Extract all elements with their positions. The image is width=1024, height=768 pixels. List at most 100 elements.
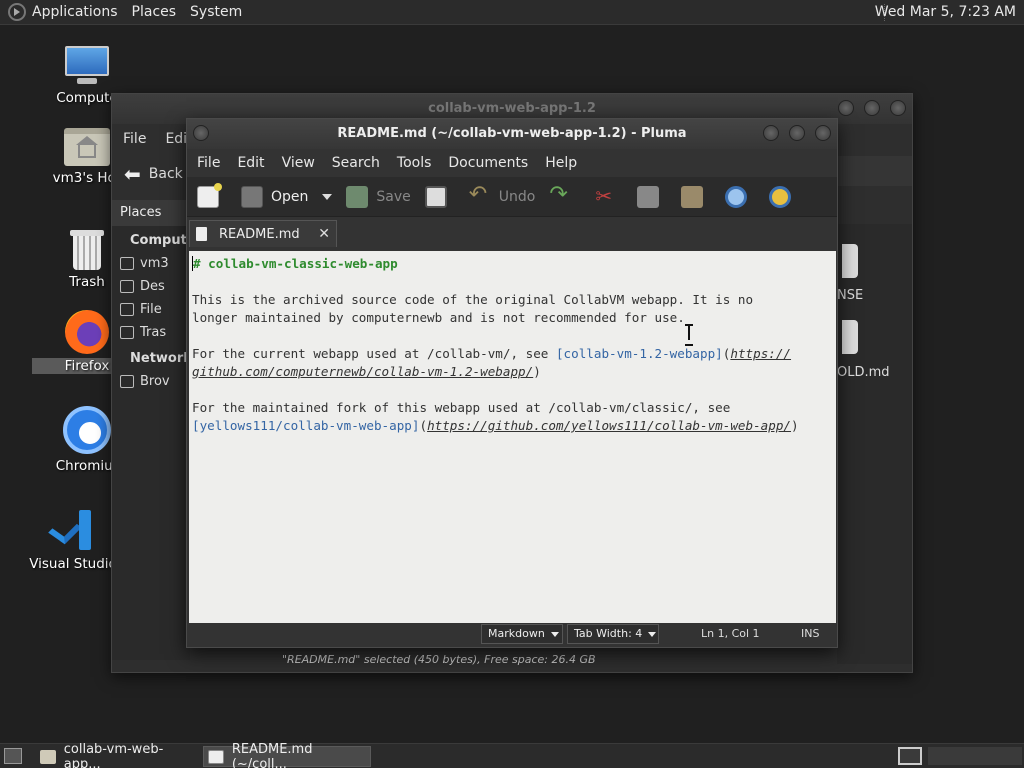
save-button[interactable]: Save: [346, 185, 411, 208]
redo-button[interactable]: [549, 182, 579, 208]
menu-view[interactable]: View: [282, 155, 315, 171]
file-icon[interactable]: [842, 320, 858, 354]
taskbar-item-label: README.md (~/coll...: [231, 741, 313, 768]
back-button[interactable]: ⬅ Back: [124, 162, 183, 186]
window-menu-icon[interactable]: [193, 125, 209, 141]
show-desktop-icon[interactable]: [4, 748, 22, 764]
editor-tabbar: README.md ✕: [187, 217, 837, 247]
taskbar-item-editor[interactable]: README.md (~/coll...: [203, 742, 371, 768]
search-replace-icon: [769, 185, 792, 208]
undo-icon: [469, 182, 491, 208]
open-folder-icon: [241, 185, 263, 208]
menu-documents[interactable]: Documents: [448, 155, 528, 171]
menu-system[interactable]: System: [190, 4, 242, 20]
file-manager-title: collab-vm-web-app-1.2: [428, 101, 596, 116]
copy-icon: [637, 185, 660, 208]
file-manager-toolbar: [837, 156, 912, 186]
print-icon: [424, 185, 447, 208]
chevron-down-icon: [550, 631, 559, 637]
taskbar-item-label: collab-vm-web-app...: [63, 741, 164, 768]
workspace-area[interactable]: [928, 747, 1022, 765]
new-button[interactable]: [197, 182, 227, 208]
document-icon: [196, 227, 207, 241]
sidebar-places-header[interactable]: Places: [112, 200, 190, 226]
menu-search[interactable]: Search: [332, 155, 380, 171]
print-button[interactable]: [424, 185, 455, 208]
file-icon[interactable]: [842, 244, 858, 278]
workspace-switcher[interactable]: [898, 747, 922, 765]
minimize-icon[interactable]: [763, 125, 779, 141]
text-line: longer maintained by computernewb and is…: [192, 310, 685, 325]
maximize-icon[interactable]: [789, 125, 805, 141]
editor-menubar: File Edit View Search Tools Documents He…: [187, 149, 837, 177]
md-heading: # collab-vm-classic-web-app: [193, 256, 398, 271]
tab-width-dropdown[interactable]: Tab Width: 4: [567, 624, 659, 644]
back-arrow-icon: ⬅: [124, 162, 141, 186]
home-icon: [120, 257, 134, 270]
scissors-icon: [593, 184, 615, 208]
close-icon[interactable]: [815, 125, 831, 141]
replace-button[interactable]: [769, 185, 799, 208]
language-label: Markdown: [488, 627, 545, 640]
open-label: Open: [271, 188, 309, 205]
chevron-down-icon[interactable]: [322, 193, 333, 200]
copy-button[interactable]: [637, 185, 667, 208]
new-document-icon: [197, 182, 222, 208]
trash-icon: [70, 228, 104, 270]
cut-button[interactable]: [593, 184, 623, 208]
save-icon: [346, 185, 369, 208]
menu-edit[interactable]: Edit: [237, 155, 264, 171]
undo-button[interactable]: Undo: [469, 182, 536, 208]
md-link-text: [yellows111/collab-vm-web-app]: [192, 418, 420, 433]
menu-file[interactable]: File: [123, 131, 146, 147]
network-icon: [120, 375, 134, 388]
file-label[interactable]: OLD.md: [837, 365, 890, 380]
mouse-ibeam-cursor: [685, 324, 693, 346]
paste-icon: [681, 185, 704, 208]
paste-button[interactable]: [681, 185, 711, 208]
md-link-url: https://: [730, 346, 792, 361]
close-icon[interactable]: [890, 100, 906, 116]
sidebar-item-home[interactable]: vm3: [112, 252, 190, 275]
tab-width-label: Tab Width: 4: [574, 627, 643, 640]
redo-icon: [549, 182, 571, 208]
md-paren: (: [419, 418, 428, 433]
sidebar-item-label: Des: [140, 279, 165, 294]
file-label[interactable]: NSE: [837, 288, 863, 303]
editor-titlebar[interactable]: README.md (~/collab-vm-web-app-1.2) - Pl…: [187, 119, 837, 149]
sidebar-item-browse-network[interactable]: Brov: [112, 370, 190, 393]
menu-applications[interactable]: Applications: [32, 4, 118, 20]
sidebar-item-label: File: [140, 302, 162, 317]
menu-tools[interactable]: Tools: [397, 155, 432, 171]
md-link-text: [collab-vm-1.2-webapp]: [555, 346, 723, 361]
editor-title: README.md (~/collab-vm-web-app-1.2) - Pl…: [337, 126, 687, 141]
taskbar-item-file-manager[interactable]: collab-vm-web-app...: [36, 742, 198, 768]
folder-icon: [40, 749, 56, 764]
text-editor-area[interactable]: # collab-vm-classic-web-app This is the …: [189, 251, 836, 623]
sidebar-item-label: Brov: [140, 374, 170, 389]
menu-help[interactable]: Help: [545, 155, 577, 171]
sidebar-item-filesystem[interactable]: File: [112, 298, 190, 321]
tab-readme[interactable]: README.md ✕: [189, 220, 337, 247]
md-link-url: https://github.com/yellows111/collab-vm-…: [427, 418, 792, 433]
sidebar-item-trash[interactable]: Tras: [112, 321, 190, 344]
language-dropdown[interactable]: Markdown: [481, 624, 563, 644]
computer-icon: [63, 46, 111, 86]
minimize-icon[interactable]: [838, 100, 854, 116]
cursor-position: Ln 1, Col 1: [701, 627, 760, 640]
menu-places[interactable]: Places: [132, 4, 177, 20]
editor-window[interactable]: README.md (~/collab-vm-web-app-1.2) - Pl…: [186, 118, 838, 648]
clock[interactable]: Wed Mar 5, 7:23 AM: [875, 4, 1016, 20]
undo-label: Undo: [498, 188, 536, 205]
drive-icon: [120, 303, 134, 316]
text-line: For the current webapp used at /collab-v…: [192, 346, 556, 361]
tab-close-icon[interactable]: ✕: [318, 226, 330, 242]
sidebar-item-desktop[interactable]: Des: [112, 275, 190, 298]
text-line: This is the archived source code of the …: [192, 292, 754, 307]
mate-logo-icon[interactable]: [8, 3, 26, 21]
find-button[interactable]: [725, 185, 755, 208]
maximize-icon[interactable]: [864, 100, 880, 116]
open-button[interactable]: Open: [241, 185, 333, 208]
menu-file[interactable]: File: [197, 155, 220, 171]
chromium-icon: [63, 406, 111, 454]
